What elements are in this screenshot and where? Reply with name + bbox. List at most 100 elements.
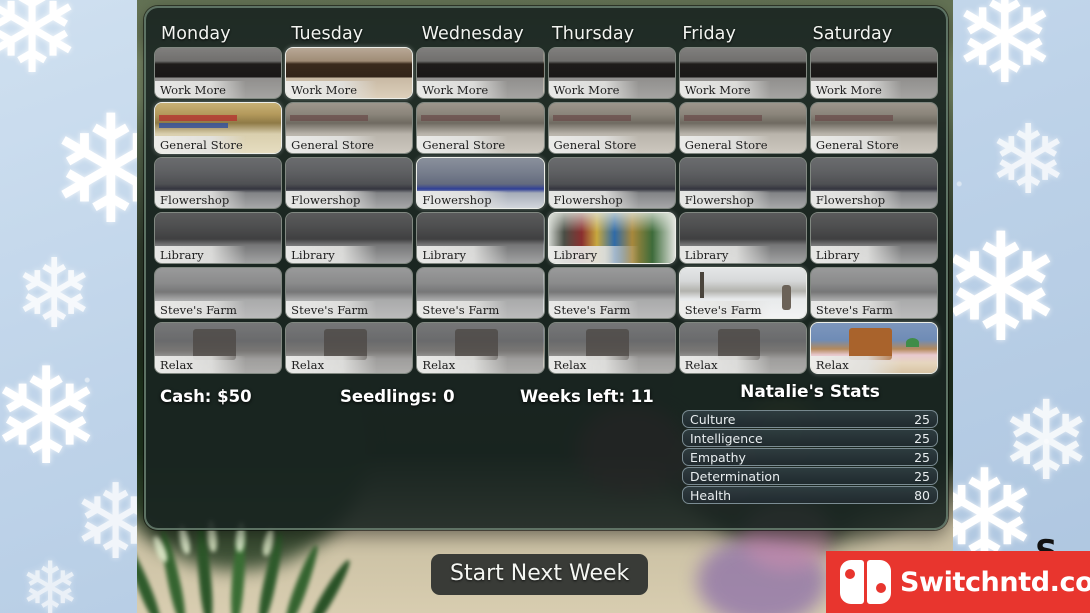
cell-label: Relax (684, 357, 718, 372)
cell-label-plate: General Store (679, 136, 771, 153)
activity-cell-saturday-flowershop[interactable]: Flowershop (809, 157, 939, 209)
game-viewport: Monday Tuesday Wednesday Thursday Friday… (137, 0, 953, 613)
activity-cell-monday-flowershop[interactable]: Flowershop (154, 157, 283, 209)
activity-cell-monday-steves-farm[interactable]: Steve's Farm (154, 267, 283, 319)
cell-label: Steve's Farm (291, 302, 369, 317)
snowflake-icon: ❄ (14, 238, 95, 350)
activity-cell-thursday-steves-farm[interactable]: Steve's Farm (547, 267, 676, 319)
activity-cell-wednesday-steves-farm[interactable]: Steve's Farm (416, 267, 545, 319)
activity-cell-friday-library[interactable]: Library (678, 212, 807, 264)
cell-label: Relax (815, 357, 849, 372)
activity-cell-friday-steves-farm[interactable]: Steve's Farm (678, 267, 807, 319)
activity-cell-friday-relax[interactable]: Relax (678, 322, 807, 374)
watermark-text: Switchntd.com (900, 566, 1090, 598)
library-highlight (548, 213, 675, 232)
snowflake-icon: ❄ (20, 546, 81, 613)
cell-label-plate: Work More (548, 81, 640, 98)
cell-label: Work More (684, 82, 751, 97)
stat-row-health: Health 80 (682, 486, 938, 504)
day-header-friday: Friday (682, 24, 736, 44)
cell-label-plate: Relax (679, 356, 771, 373)
cell-label-plate: Relax (810, 356, 902, 373)
activity-cell-wednesday-work-more[interactable]: Work More (416, 47, 545, 99)
cell-label-plate: Flowershop (810, 191, 902, 208)
snowflake-icon: ❄ (988, 104, 1069, 216)
activity-cell-tuesday-relax[interactable]: Relax (285, 322, 414, 374)
cell-label-plate: Flowershop (417, 191, 509, 208)
activity-cell-wednesday-relax[interactable]: Relax (416, 322, 545, 374)
activity-cell-friday-work-more[interactable]: Work More (678, 47, 807, 99)
cell-label: Library (291, 247, 335, 262)
site-watermark: Switchntd.com (826, 551, 1090, 613)
activity-cell-tuesday-work-more[interactable]: Work More (285, 47, 414, 99)
nintendo-switch-icon (840, 560, 891, 604)
day-header-wednesday: Wednesday (421, 24, 524, 44)
cell-label: Flowershop (553, 192, 623, 207)
activity-cell-friday-general-store[interactable]: General Store (678, 102, 807, 154)
day-header-thursday: Thursday (551, 24, 635, 44)
cell-label-plate: Relax (417, 356, 509, 373)
cell-label-plate: Flowershop (155, 191, 246, 208)
stat-row-culture: Culture 25 (682, 410, 938, 428)
activity-cell-saturday-steves-farm[interactable]: Steve's Farm (809, 267, 939, 319)
cell-label: Relax (422, 357, 456, 372)
activity-cell-wednesday-library[interactable]: Library (416, 212, 545, 264)
shelf-detail (290, 115, 369, 121)
shelf-detail (159, 123, 229, 128)
activity-cell-wednesday-general-store[interactable]: General Store (416, 102, 545, 154)
cell-label-plate: Work More (286, 81, 378, 98)
cell-label-plate: General Store (155, 136, 246, 153)
cell-label-plate: Library (417, 246, 509, 263)
activity-cell-monday-work-more[interactable]: Work More (154, 47, 283, 99)
cell-label: General Store (422, 137, 506, 152)
cash-display: Cash: $50 (160, 386, 252, 406)
activity-cell-wednesday-flowershop[interactable]: Flowershop (416, 157, 545, 209)
activity-cell-friday-flowershop[interactable]: Flowershop (678, 157, 807, 209)
day-header-row: Monday Tuesday Wednesday Thursday Friday… (154, 14, 938, 44)
cell-label-plate: Work More (810, 81, 902, 98)
activity-cell-tuesday-steves-farm[interactable]: Steve's Farm (285, 267, 414, 319)
activity-cell-thursday-library[interactable]: Library (547, 212, 676, 264)
cell-label-plate: General Store (548, 136, 640, 153)
activity-cell-saturday-library[interactable]: Library (809, 212, 939, 264)
stats-panel-title: Natalie's Stats (740, 382, 880, 402)
stat-value: 25 (914, 411, 930, 427)
activity-cell-saturday-general-store[interactable]: General Store (809, 102, 939, 154)
snowflake-icon: ❄ (938, 202, 1064, 376)
activity-cell-tuesday-general-store[interactable]: General Store (285, 102, 414, 154)
activity-grid: Work More Work More Work More Work More (154, 47, 939, 374)
cell-label: General Store (553, 137, 637, 152)
cell-label-plate: Library (679, 246, 771, 263)
cell-label: Steve's Farm (553, 302, 631, 317)
activity-cell-monday-library[interactable]: Library (154, 212, 283, 264)
activity-cell-tuesday-library[interactable]: Library (285, 212, 414, 264)
activity-cell-thursday-relax[interactable]: Relax (547, 322, 676, 374)
snowflake-icon: ❄ (0, 0, 83, 101)
activity-cell-thursday-flowershop[interactable]: Flowershop (547, 157, 676, 209)
cell-label: Relax (160, 357, 193, 372)
cell-label: Library (160, 247, 204, 262)
stat-name: Empathy (690, 449, 746, 465)
activity-cell-saturday-relax[interactable]: Relax (809, 322, 939, 374)
snowflake-icon: ❄ (952, 0, 1058, 112)
shelf-detail (814, 115, 894, 121)
stat-name: Culture (690, 411, 736, 427)
stat-value: 25 (914, 449, 930, 465)
activity-cell-monday-general-store[interactable]: General Store (154, 102, 283, 154)
activity-row-library: Library Library Library Library Library … (154, 212, 939, 264)
stat-name: Health (690, 487, 732, 503)
stat-value: 80 (914, 487, 930, 503)
cell-label-plate: General Store (810, 136, 902, 153)
shelf-detail (421, 115, 500, 121)
activity-cell-thursday-general-store[interactable]: General Store (547, 102, 676, 154)
cell-label-plate: Flowershop (679, 191, 771, 208)
activity-cell-saturday-work-more[interactable]: Work More (809, 47, 939, 99)
activity-cell-thursday-work-more[interactable]: Work More (547, 47, 676, 99)
activity-cell-tuesday-flowershop[interactable]: Flowershop (285, 157, 414, 209)
cell-label: Flowershop (422, 192, 492, 207)
start-next-week-button[interactable]: Start Next Week (431, 554, 649, 595)
activity-cell-monday-relax[interactable]: Relax (154, 322, 283, 374)
cell-label: Relax (291, 357, 325, 372)
cell-label: Flowershop (291, 192, 361, 207)
cell-label: General Store (815, 137, 899, 152)
